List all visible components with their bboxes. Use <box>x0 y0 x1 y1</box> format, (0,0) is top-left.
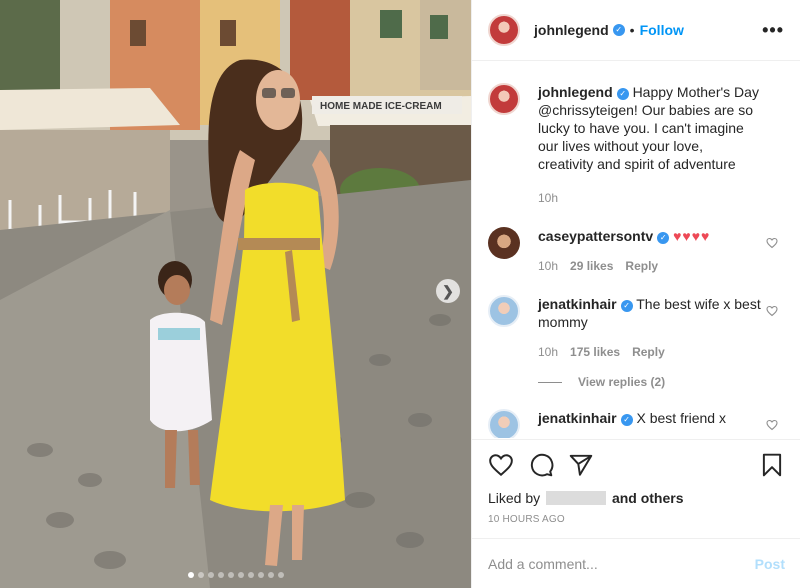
divider <box>538 381 562 383</box>
verified-icon: ✓ <box>657 232 670 244</box>
carousel-dot <box>277 572 284 578</box>
carousel-dots <box>0 572 471 578</box>
heart-icon[interactable] <box>766 419 778 431</box>
verified-icon: ✓ <box>616 88 629 100</box>
liked-by: Liked by and others <box>488 490 785 506</box>
verified-icon: ✓ <box>612 24 625 36</box>
avatar[interactable] <box>488 295 520 327</box>
avatar[interactable] <box>488 227 520 259</box>
reply-button[interactable]: Reply <box>625 257 658 275</box>
comment-time: 10h <box>538 345 559 359</box>
reply-button[interactable]: Reply <box>632 343 665 361</box>
verified-icon: ✓ <box>620 414 633 426</box>
separator: • <box>629 22 635 38</box>
chevron-right-icon[interactable]: ❯ <box>436 279 460 303</box>
comment-username[interactable]: jenatkinhair <box>538 410 617 426</box>
comment-input[interactable] <box>488 555 755 572</box>
follow-button[interactable]: Follow <box>640 22 684 38</box>
heart-icon[interactable] <box>766 305 778 317</box>
liked-prefix: Liked by <box>488 490 541 506</box>
share-icon[interactable] <box>568 452 594 478</box>
liked-others-link[interactable]: and others <box>612 490 684 506</box>
carousel-dot <box>197 572 204 578</box>
post-panel: johnlegend ✓ • Follow ••• johnlegend ✓ Ha… <box>471 0 800 588</box>
add-comment-bar: Post <box>472 538 800 588</box>
view-replies-button[interactable]: View replies (2) <box>538 375 784 389</box>
post-photo[interactable]: HOME MADE ICE-CREAM ❯ <box>0 0 471 588</box>
post-header: johnlegend ✓ • Follow ••• <box>472 0 800 61</box>
shop-sign: HOME MADE ICE-CREAM <box>320 101 442 112</box>
post-actions: Liked by and others 10 HOURS AGO <box>472 439 800 525</box>
photo-scene: HOME MADE ICE-CREAM <box>0 0 471 588</box>
comment-time: 10h <box>538 259 559 273</box>
comment-text: ♥♥♥♥ <box>673 228 711 244</box>
carousel-dot <box>217 572 224 578</box>
heart-icon[interactable] <box>766 237 778 249</box>
view-replies-label: View replies (2) <box>578 375 666 389</box>
comment-icon[interactable] <box>528 452 554 478</box>
post-timestamp: 10 HOURS AGO <box>488 514 565 525</box>
list-item: jenatkinhair ✓ The best wife x best mommy… <box>488 295 784 361</box>
avatar[interactable] <box>488 83 520 115</box>
comment-likes[interactable]: 29 likes <box>570 257 613 275</box>
carousel-dot <box>247 572 254 578</box>
carousel-dot <box>187 572 194 578</box>
more-icon[interactable]: ••• <box>762 20 784 41</box>
list-item: jenatkinhair ✓ X best friend x <box>488 409 784 438</box>
carousel-dot <box>257 572 264 578</box>
post-username[interactable]: johnlegend <box>534 22 609 38</box>
caption-username[interactable]: johnlegend <box>538 84 613 100</box>
heart-icon[interactable] <box>488 452 514 478</box>
avatar[interactable] <box>488 14 520 46</box>
avatar[interactable] <box>488 409 520 438</box>
carousel-dot <box>207 572 214 578</box>
bookmark-icon[interactable] <box>759 452 785 478</box>
carousel-dot <box>227 572 234 578</box>
comment-username[interactable]: jenatkinhair <box>538 296 617 312</box>
carousel-dot <box>267 572 274 578</box>
verified-icon: ✓ <box>620 300 633 312</box>
comments-list[interactable]: johnlegend ✓ Happy Mother's Day @chrissyt… <box>472 61 800 438</box>
list-item: caseypattersontv ✓ ♥♥♥♥ 10h 29 likes Repl… <box>488 227 784 275</box>
blurred-username <box>546 491 607 505</box>
comment-text: X best friend x <box>636 410 726 426</box>
caption-time: 10h <box>538 191 559 205</box>
caption: johnlegend ✓ Happy Mother's Day @chrissyt… <box>488 83 784 207</box>
post-button[interactable]: Post <box>755 556 785 572</box>
comment-likes[interactable]: 175 likes <box>570 343 620 361</box>
comment-username[interactable]: caseypattersontv <box>538 228 653 244</box>
carousel-dot <box>237 572 244 578</box>
